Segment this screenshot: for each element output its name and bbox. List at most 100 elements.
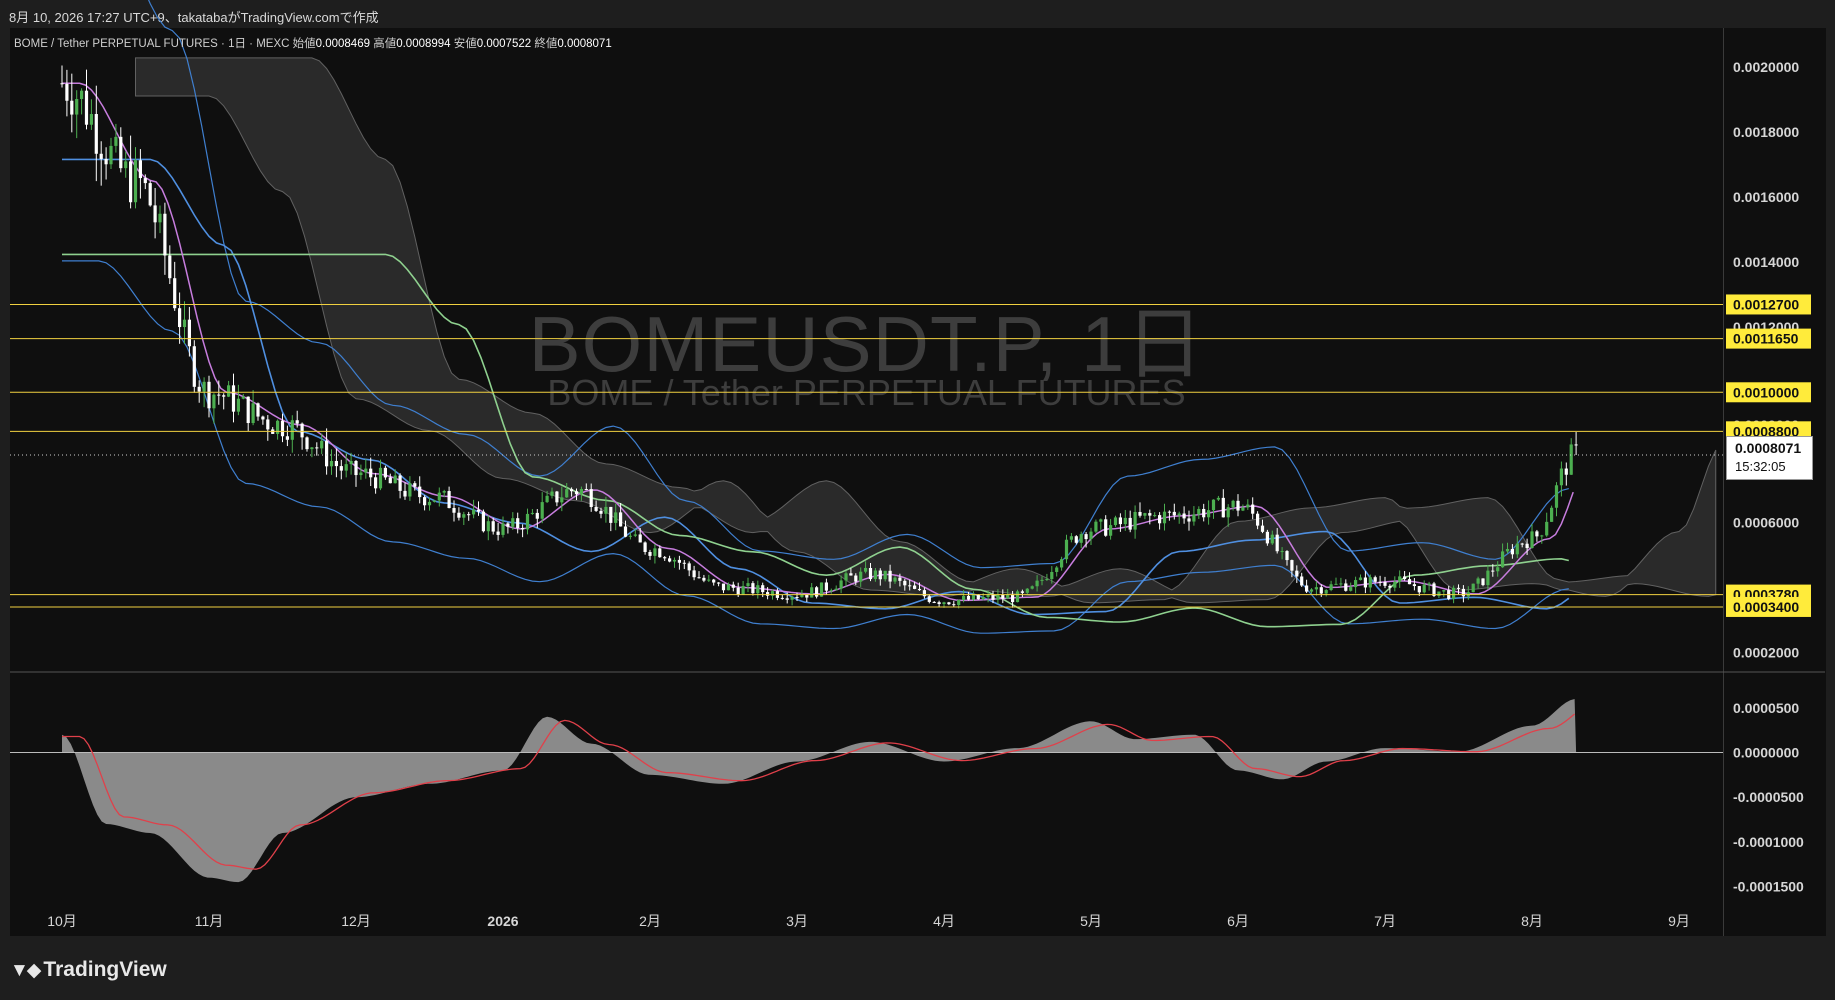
candle-body (1354, 580, 1358, 588)
candle-body (550, 491, 554, 496)
candle-body (1231, 500, 1235, 508)
candle-body (1452, 587, 1456, 599)
candle-body (1545, 521, 1549, 536)
candle-body (207, 381, 211, 409)
candle-body (197, 386, 201, 392)
candle-body (1045, 578, 1049, 580)
candle-body (663, 557, 667, 559)
candle-body (1035, 580, 1039, 587)
macd-tick-label: -0.0001500 (1733, 879, 1804, 895)
macd-tick-label: -0.0000500 (1733, 789, 1804, 805)
candle-body (1133, 511, 1137, 530)
candle-body (104, 158, 108, 165)
candle-body (423, 497, 427, 506)
legend-symbol: BOME / Tether PERPETUAL FUTURES · 1日 · M… (14, 38, 290, 50)
candle-body (75, 99, 79, 115)
candle-body (1060, 559, 1064, 568)
candle-body (1128, 517, 1132, 530)
candle-body (1192, 514, 1196, 522)
candle-body (290, 420, 294, 440)
candle-body (1187, 518, 1191, 522)
candle-body (1050, 571, 1054, 579)
symbol-legend: BOME / Tether PERPETUAL FUTURES · 1日 · M… (14, 35, 612, 51)
candle-body (966, 595, 971, 600)
candle-body (849, 573, 853, 576)
candle-body (481, 511, 485, 532)
candle-body (623, 526, 628, 537)
candle-body (89, 114, 93, 125)
candle-body (579, 489, 583, 495)
candle-body (726, 584, 730, 591)
candle-body (962, 595, 966, 600)
legend-high: 0.0008994 (396, 38, 451, 50)
candle-body (1403, 576, 1407, 580)
date-tick-label: 12月 (341, 913, 371, 929)
horizontal-level-label: 0.0012700 (1733, 296, 1799, 312)
footer (0, 936, 1835, 1000)
candle-body (619, 512, 623, 527)
candle-body (1510, 548, 1514, 555)
macd-tick-label: 0.0000000 (1733, 745, 1799, 761)
candle-body (707, 579, 711, 581)
candle-body (717, 582, 721, 584)
candle-body (413, 483, 417, 487)
candle-body (1554, 485, 1559, 508)
candle-countdown: 15:32:05 (1735, 459, 1786, 474)
tradingview-logo[interactable]: ▼◆ TradingView (10, 958, 167, 982)
candle-body (565, 489, 569, 498)
candle-body (1162, 511, 1167, 524)
candle-body (94, 114, 98, 154)
legend-close-label: 終値 (534, 38, 558, 50)
date-tick-label: 10月 (47, 913, 77, 929)
candle-body (339, 466, 343, 471)
candle-body (1040, 579, 1044, 581)
chart-svg[interactable]: 0.0020000 0.0018000 0.0016000 0.0014000 0.00… (0, 0, 1835, 1000)
candle-body (971, 594, 975, 600)
candle-body (702, 577, 706, 581)
candle-body (883, 570, 887, 580)
price-tick-label: 0.0016000 (1733, 189, 1799, 205)
candle-body (364, 468, 368, 473)
candle-body (1020, 591, 1024, 593)
candle-body (736, 587, 740, 595)
candle-body (898, 577, 902, 581)
candle-body (1569, 444, 1573, 475)
candle-body (1314, 587, 1318, 590)
candle-body (1084, 534, 1088, 540)
candle-body (305, 437, 309, 450)
candle-body (1226, 507, 1230, 518)
price-tick-label: 0.0018000 (1733, 124, 1799, 140)
candle-body (927, 596, 931, 602)
candle-body (976, 594, 980, 600)
legend-open: 0.0008469 (315, 38, 370, 50)
candle-body (859, 571, 863, 582)
candle-body (800, 594, 804, 598)
candle-body (354, 460, 358, 476)
candle-body (1515, 543, 1519, 555)
candle-body (119, 136, 123, 169)
candle-body (1260, 525, 1265, 532)
candle-body (952, 604, 956, 606)
candle-body (310, 447, 314, 450)
legend-close: 0.0008071 (557, 38, 612, 50)
candle-body (383, 467, 387, 478)
candle-body (785, 598, 789, 600)
candle-body (1461, 588, 1465, 597)
candle-body (1153, 515, 1157, 517)
candle-body (1505, 548, 1510, 552)
candle-body (731, 584, 735, 588)
candle-body (1559, 468, 1563, 486)
candle-body (109, 145, 113, 165)
candle-body (1339, 583, 1343, 585)
candle-body (1211, 499, 1216, 511)
price-tick-label: 0.0002000 (1733, 644, 1799, 660)
candle-body (60, 83, 64, 85)
candle-body (212, 394, 216, 409)
candle-body (457, 512, 461, 518)
candle-body (84, 90, 89, 125)
candle-body (1373, 577, 1377, 582)
candle-body (1388, 585, 1392, 588)
candle-body (854, 575, 858, 582)
current-price-badge: 0.0008071 15:32:05 (1726, 436, 1813, 480)
candle-body (1520, 543, 1524, 545)
